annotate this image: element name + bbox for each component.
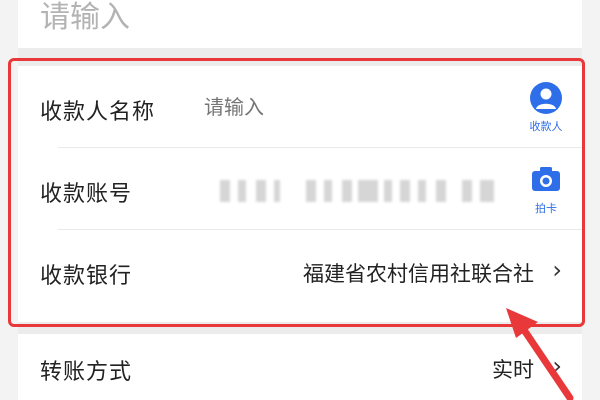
amount-card[interactable]: 请输入: [18, 0, 582, 48]
highlight-outline: [8, 58, 585, 327]
amount-input-placeholder[interactable]: 请输入: [40, 0, 130, 36]
annotation-arrow-icon: [506, 308, 574, 400]
transfer-form-screen: 请输入 收款人名称 收款人 收款账号: [0, 0, 600, 400]
transfer-mode-label: 转账方式: [40, 360, 133, 385]
